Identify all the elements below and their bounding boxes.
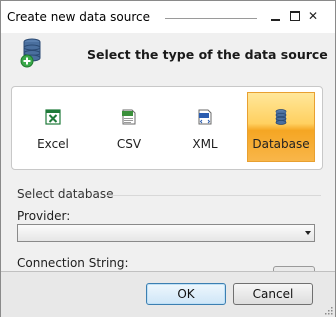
chevron-down-icon[interactable] [305,231,311,235]
title-bar-rule [165,18,257,19]
resize-grip-icon[interactable] [325,307,333,315]
provider-dropdown[interactable] [17,224,315,242]
dialog-footer: OK Cancel [1,271,335,317]
maximize-icon[interactable] [289,10,301,22]
create-data-source-dialog: Create new data source ✕ Select the type… [0,0,336,317]
select-database-group: Select database Provider: Connection Str… [11,179,321,271]
minimize-icon[interactable] [269,10,281,22]
source-type-label: XML [192,137,218,151]
group-rule [107,195,321,196]
source-type-csv[interactable]: CSV [95,92,163,162]
cancel-button[interactable]: Cancel [233,283,313,305]
source-type-xml[interactable]: XML [171,92,239,162]
source-type-database[interactable]: Database [247,92,315,162]
csv-file-icon [122,109,136,125]
source-type-label: Excel [37,137,69,151]
ok-button[interactable]: OK [146,283,226,305]
xml-file-icon [198,109,212,125]
dialog-header: Select the type of the data source [1,33,335,77]
dialog-heading: Select the type of the data source [87,47,328,62]
database-icon [275,109,287,125]
source-type-panel: Excel CSV XML Database [11,86,323,170]
close-icon[interactable]: ✕ [307,10,319,22]
window-title: Create new data source [7,10,150,24]
group-title: Select database [17,187,114,201]
provider-label: Provider: [17,209,71,223]
source-type-label: CSV [116,137,142,151]
database-add-icon [20,38,41,68]
source-type-label: Database [252,137,310,151]
excel-file-icon [45,109,61,125]
connection-string-label: Connection String: [17,256,129,270]
title-bar[interactable]: Create new data source ✕ [1,1,335,33]
source-type-excel[interactable]: Excel [19,92,87,162]
